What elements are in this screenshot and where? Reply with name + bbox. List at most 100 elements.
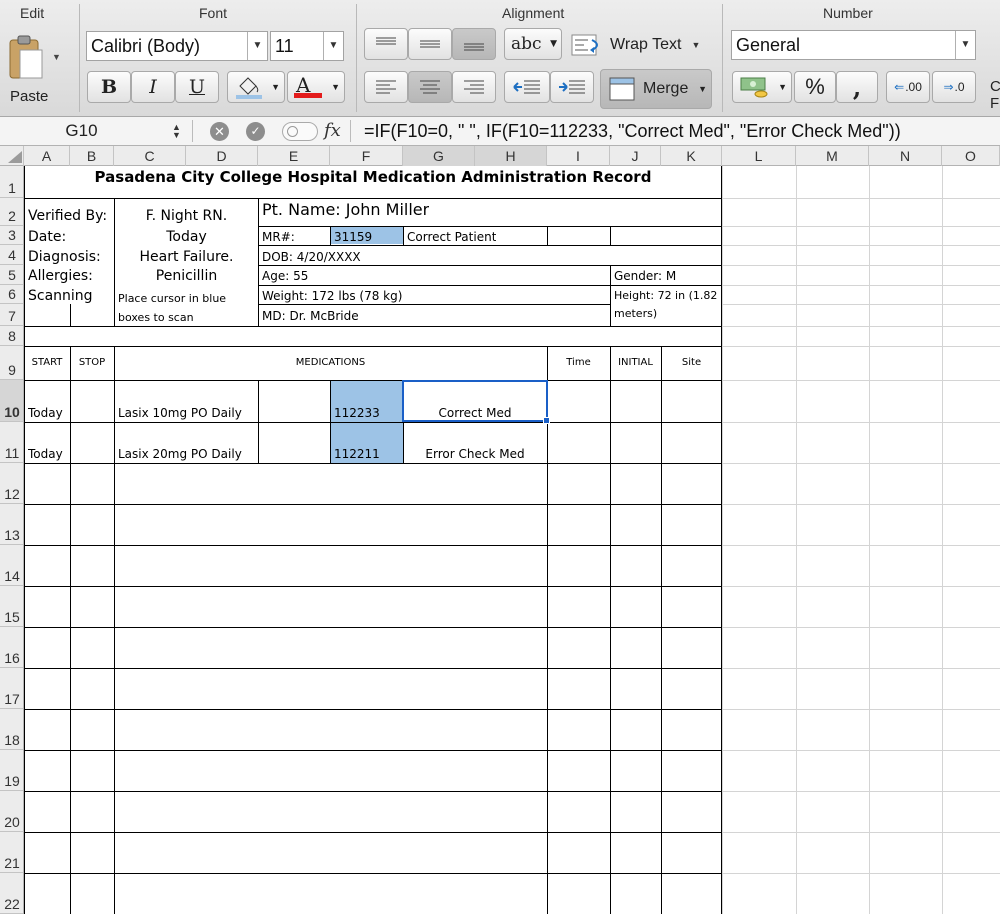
grid-line <box>24 586 722 587</box>
grid-line <box>258 304 611 305</box>
gridline-horizontal <box>722 304 1000 305</box>
gridline-vertical <box>796 166 797 914</box>
grid-line <box>114 346 115 914</box>
sheet-grid: Pasadena City College Hospital Medicatio… <box>0 0 1000 914</box>
mr-status: Correct Patient <box>407 230 497 244</box>
grid-line <box>24 198 722 199</box>
height-line-1: Height: 72 in (1.82 <box>614 289 718 302</box>
grid-line <box>24 166 25 914</box>
grid-line <box>610 346 611 914</box>
grid-line <box>24 346 722 347</box>
gridline-horizontal <box>722 245 1000 246</box>
gridline-horizontal <box>722 586 1000 587</box>
diagnosis-label: Diagnosis: <box>28 249 101 265</box>
grid-line <box>721 166 722 914</box>
weight: Weight: 172 lbs (78 kg) <box>262 289 403 303</box>
grid-line <box>24 709 722 710</box>
gridline-horizontal <box>722 627 1000 628</box>
patient-name: Pt. Name: John Miller <box>262 200 430 219</box>
header-site: Site <box>681 357 702 368</box>
header-stop: STOP <box>78 357 106 368</box>
gridline-horizontal <box>722 463 1000 464</box>
grid-line <box>330 226 331 245</box>
grid-line <box>610 226 611 245</box>
grid-line <box>258 245 722 246</box>
grid-line <box>70 346 71 914</box>
grid-line <box>24 463 722 464</box>
gridline-horizontal <box>722 265 1000 266</box>
med-row-1-medication: Lasix 10mg PO Daily <box>118 406 242 420</box>
scanning-label: Scanning <box>28 288 93 304</box>
allergies-value: Penicillin <box>155 268 218 284</box>
date-value: Today <box>166 229 207 245</box>
grid-line <box>661 346 662 914</box>
record-title: Pasadena City College Hospital Medicatio… <box>94 168 652 186</box>
grid-line <box>24 873 722 874</box>
gridline-horizontal <box>722 668 1000 669</box>
med-row-2-scan[interactable]: 112211 <box>334 447 380 461</box>
gridline-horizontal <box>722 504 1000 505</box>
grid-line <box>547 226 548 245</box>
grid-line <box>610 265 611 326</box>
gridline-horizontal <box>722 380 1000 381</box>
grid-line <box>24 832 722 833</box>
grid-line <box>258 265 722 266</box>
grid-line <box>24 791 722 792</box>
med-row-1-start: Today <box>28 406 63 420</box>
gridline-horizontal <box>722 873 1000 874</box>
grid-line <box>70 304 71 326</box>
grid-line <box>24 326 722 327</box>
med-row-2-result: Error Check Med <box>425 447 525 461</box>
verified-label: Verified By: <box>28 208 108 224</box>
md: MD: Dr. McBride <box>262 309 359 323</box>
grid-line <box>114 198 115 326</box>
gridline-horizontal <box>722 422 1000 423</box>
gridline-horizontal <box>722 226 1000 227</box>
grid-line <box>24 380 722 381</box>
gridline-vertical <box>722 166 723 914</box>
fill-handle[interactable] <box>543 417 550 424</box>
grid-line <box>547 346 548 914</box>
mr-label: MR#: <box>262 230 295 244</box>
med-row-1-scan[interactable]: 112233 <box>334 406 380 420</box>
verified-value: F. Night RN. <box>145 208 228 224</box>
grid-line <box>24 545 722 546</box>
gridline-horizontal <box>722 750 1000 751</box>
age: Age: 55 <box>262 269 309 283</box>
gridline-vertical <box>869 166 870 914</box>
mr-value: 31159 <box>334 230 373 244</box>
diagnosis-value: Heart Failure. <box>139 249 234 265</box>
header-start: START <box>31 357 63 368</box>
allergies-label: Allergies: <box>28 268 93 284</box>
scan-note-line-1: Place cursor in blue <box>118 292 227 305</box>
grid-line <box>258 285 722 286</box>
gridline-vertical <box>942 166 943 914</box>
header-medications: MEDICATIONS <box>295 357 366 368</box>
grid-line <box>24 668 722 669</box>
gridline-horizontal <box>722 709 1000 710</box>
height-line-2: meters) <box>614 307 658 320</box>
med-row-2-medication: Lasix 20mg PO Daily <box>118 447 242 461</box>
dob: DOB: 4/20/XXXX <box>262 250 361 264</box>
gender: Gender: M <box>614 269 677 283</box>
gridline-horizontal <box>722 198 1000 199</box>
grid-line <box>258 198 259 326</box>
grid-line <box>258 226 722 227</box>
grid-line <box>403 226 404 245</box>
gridline-horizontal <box>722 346 1000 347</box>
gridline-horizontal <box>722 545 1000 546</box>
grid-line <box>24 750 722 751</box>
gridline-horizontal <box>722 326 1000 327</box>
gridline-horizontal <box>722 832 1000 833</box>
gridline-horizontal <box>722 285 1000 286</box>
header-time: Time <box>566 357 591 368</box>
med-row-2-start: Today <box>28 447 63 461</box>
selected-cell-g10[interactable] <box>402 380 548 422</box>
scan-note-line-2: boxes to scan <box>118 311 194 324</box>
grid-line <box>24 627 722 628</box>
grid-line <box>24 504 722 505</box>
date-label: Date: <box>28 229 67 245</box>
grid-line <box>24 422 722 423</box>
header-initial: INITIAL <box>618 357 653 368</box>
gridline-horizontal <box>722 791 1000 792</box>
